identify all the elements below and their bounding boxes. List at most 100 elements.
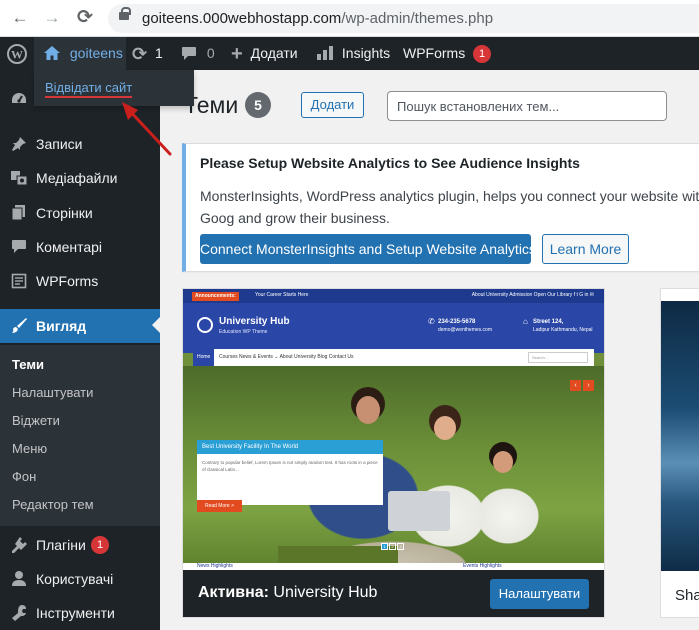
sidebar-item-posts[interactable]: Записи [0, 127, 160, 161]
ss-phone: 234-235-5678 [438, 319, 476, 325]
ss-address-1: Street 124, [533, 319, 564, 325]
sidebar-item-pages[interactable]: Сторінки [0, 196, 160, 230]
theme-screenshot-2[interactable] [661, 301, 699, 571]
ss-nav-home: Home [193, 349, 215, 366]
new-content-menu[interactable]: + Додати [231, 37, 298, 70]
ss-phone-icon: ✆ [428, 317, 435, 326]
ss-address-block: ⌂ Street 124, Ladipur Kathmandu, Nepal [523, 318, 593, 334]
ss-slide-text: Contrary to popular belief, Lorem Ipsum … [202, 460, 378, 472]
ss-announcement-text: Your Career Starts Here [255, 292, 309, 298]
forward-arrow-icon[interactable]: → [42, 8, 62, 28]
plus-icon: + [231, 42, 243, 65]
sidebar-item-label: Вигляд [36, 318, 87, 334]
url-text: goiteens.000webhostapp.com/wp-admin/them… [142, 10, 493, 27]
comments-count: 0 [206, 45, 215, 61]
sidebar-item-plugins[interactable]: Плагіни 1 [0, 528, 160, 562]
sidebar-item-media[interactable]: Медіафайли [0, 161, 160, 195]
submenu-themes[interactable]: Теми [12, 357, 44, 372]
theme-search-input[interactable] [388, 92, 666, 120]
sidebar-item-label: Медіафайли [36, 170, 118, 186]
sidebar-item-label: Записи [36, 136, 83, 152]
new-content-label: Додати [250, 45, 298, 61]
theme-card-2[interactable]: Sha [660, 288, 699, 618]
ss-nav-items: Courses News & Events ⌄ About University… [219, 354, 354, 360]
sidebar-item-label: Інструменти [36, 605, 115, 621]
add-theme-button[interactable]: Додати [301, 92, 364, 118]
wpforms-menu[interactable]: WPForms 1 [403, 37, 492, 70]
ss-logo-icon [197, 317, 213, 333]
bar-chart-icon [316, 38, 334, 71]
wordpress-logo-icon[interactable]: W [0, 37, 34, 70]
active-prefix: Активна: [198, 584, 269, 601]
ss-address-2: Ladipur Kathmandu, Nepal [533, 327, 593, 333]
insights-label: Insights [341, 45, 391, 61]
reload-icon[interactable]: ⟳ [75, 8, 95, 28]
ss-news-label: News Highlights [197, 563, 233, 569]
ss-site-title: University Hub [219, 316, 290, 327]
wrench-icon [9, 596, 29, 630]
theme-search-field[interactable] [387, 91, 667, 121]
wpforms-label: WPForms [403, 45, 466, 61]
lock-icon [119, 7, 131, 20]
insights-menu[interactable]: Insights [316, 37, 390, 70]
learn-more-button[interactable]: Learn More [542, 234, 629, 264]
sidebar-item-tools[interactable]: Інструменти [0, 596, 160, 630]
theme-screenshot[interactable]: Announcements: Your Career Starts Here A… [183, 289, 604, 570]
dashboard-gauge-icon [9, 82, 29, 116]
updates-menu[interactable]: ⟳ 1 [132, 37, 163, 70]
ss-nav: Home Courses News & Events ⌄ About Unive… [193, 349, 594, 366]
submenu-widgets[interactable]: Віджети [12, 413, 60, 428]
submenu-theme-editor[interactable]: Редактор тем [12, 497, 94, 512]
media-icon [9, 161, 29, 195]
sidebar-item-label: Коментарі [36, 239, 103, 255]
ss-footer-strip: News Highlights Events Highlights [183, 563, 604, 570]
home-icon [44, 38, 60, 71]
plugins-icon [9, 528, 29, 562]
wpforms-icon [9, 264, 29, 298]
ss-topbar: Announcements: Your Career Starts Here A… [183, 289, 604, 303]
comment-bubble-icon [181, 38, 197, 71]
analytics-notice: Please Setup Website Analytics to See Au… [182, 143, 699, 272]
site-name-menu[interactable]: goiteens [34, 37, 126, 70]
ss-hero-photo: ‹ › Best University Facility In The World… [183, 366, 604, 570]
comments-menu[interactable]: 0 [181, 37, 215, 70]
ss-header: University Hub Education WP Theme ✆ 234-… [183, 303, 604, 353]
updates-count: 1 [154, 45, 163, 61]
ss-announcement-tag: Announcements: [192, 292, 239, 301]
ss-slider-arrows: ‹ › [568, 374, 594, 392]
ss-email: demo@wenthemes.com [438, 327, 492, 333]
admin-bar: W goiteens ⟳ 1 0 + Додати Insights WPFor… [0, 37, 699, 70]
ss-dot: 1 [381, 543, 388, 550]
notice-body-text: MonsterInsights, WordPress analytics plu… [200, 188, 699, 226]
pin-icon [9, 127, 29, 161]
paintbrush-icon [9, 309, 29, 343]
sidebar-item-users[interactable]: Користувачі [0, 562, 160, 596]
plugins-update-badge: 1 [91, 536, 109, 554]
sidebar-item-appearance[interactable]: Вигляд [0, 309, 160, 343]
address-bar[interactable]: goiteens.000webhostapp.com/wp-admin/them… [108, 4, 699, 33]
ss-slide-title: Best University Facility In The World [197, 440, 383, 454]
ss-read-more: Read More > [197, 500, 242, 512]
connect-analytics-button[interactable]: Connect MonsterInsights and Setup Websit… [200, 234, 536, 264]
site-name-label: goiteens [69, 45, 123, 61]
theme-card-active[interactable]: Announcements: Your Career Starts Here A… [182, 288, 605, 618]
active-theme-label: Активна: University Hub [198, 584, 377, 602]
back-arrow-icon[interactable]: ← [10, 8, 30, 28]
theme-name-2: Sha [675, 587, 699, 604]
submenu-background[interactable]: Фон [12, 469, 36, 484]
sidebar-item-comments[interactable]: Коментарі [0, 230, 160, 264]
url-host: goiteens.000webhostapp.com [142, 10, 342, 27]
pages-icon [9, 196, 29, 230]
submenu-customize[interactable]: Налаштувати [12, 385, 93, 400]
ss-nav-search: Search... [528, 352, 588, 363]
notice-title: Please Setup Website Analytics to See Au… [200, 155, 580, 171]
visit-site-link[interactable]: Відвідати сайт [45, 80, 133, 98]
sidebar-item-wpforms[interactable]: WPForms [0, 264, 160, 298]
customize-button[interactable]: Налаштувати [490, 579, 589, 609]
sidebar-item-label: Сторінки [36, 205, 93, 221]
ss-prev-icon: ‹ [570, 380, 581, 391]
ss-next-icon: › [583, 380, 594, 391]
submenu-menus[interactable]: Меню [12, 441, 47, 456]
browser-toolbar: ← → ⟳ goiteens.000webhostapp.com/wp-admi… [0, 0, 699, 37]
notice-body: MonsterInsights, WordPress analytics plu… [200, 185, 699, 229]
